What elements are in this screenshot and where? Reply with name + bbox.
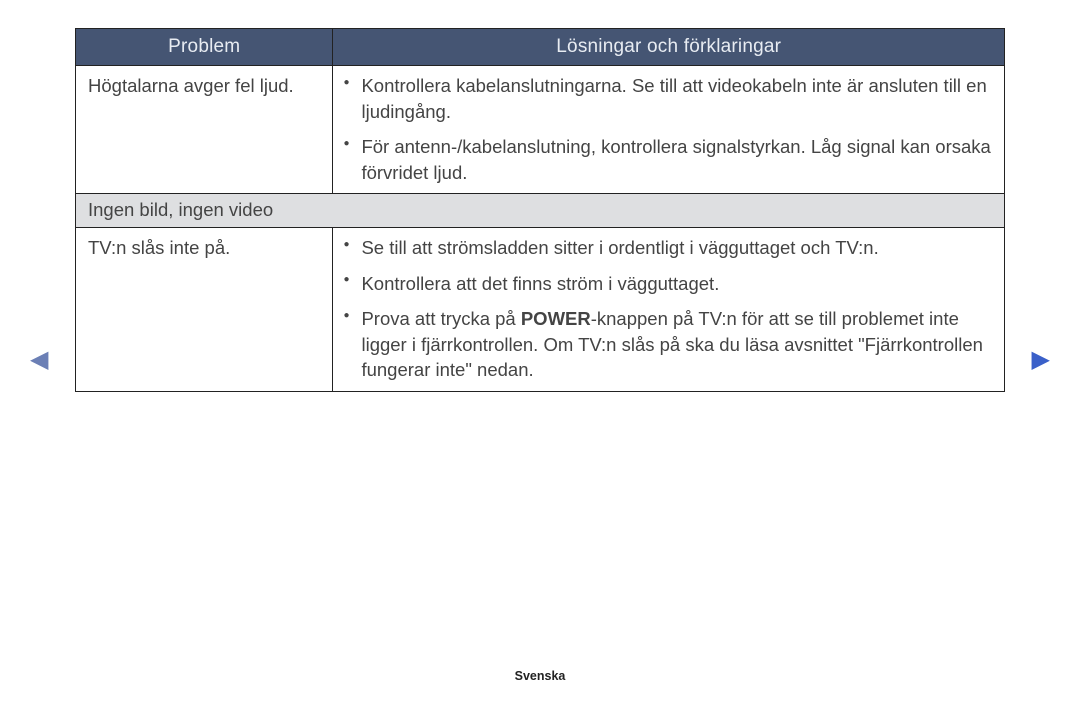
table-row: Högtalarna avger fel ljud. Kontrollera k…: [76, 65, 1004, 193]
prev-page-arrow[interactable]: ◀: [30, 345, 48, 374]
solution-item: Prova att trycka på POWER-knappen på TV:…: [343, 306, 992, 383]
section-row: Ingen bild, ingen video: [76, 193, 1004, 227]
solution-list: Se till att strömsladden sitter i ordent…: [343, 235, 992, 383]
problem-cell: Högtalarna avger fel ljud.: [76, 66, 333, 193]
troubleshoot-table: Problem Lösningar och förklaringar Högta…: [75, 28, 1005, 392]
section-label: Ingen bild, ingen video: [76, 194, 1004, 227]
table-row: TV:n slås inte på. Se till att strömslad…: [76, 227, 1004, 391]
footer-language: Svenska: [0, 669, 1080, 683]
solution-list: Kontrollera kabelanslutningarna. Se till…: [343, 73, 992, 185]
solution-item: För antenn-/kabelanslutning, kontrollera…: [343, 134, 992, 185]
header-solution: Lösningar och förklaringar: [333, 29, 1004, 65]
page: Problem Lösningar och förklaringar Högta…: [0, 0, 1080, 705]
table-header-row: Problem Lösningar och förklaringar: [76, 29, 1004, 65]
solution-item: Kontrollera att det finns ström i väggut…: [343, 271, 992, 297]
problem-cell: TV:n slås inte på.: [76, 228, 333, 391]
solution-cell: Kontrollera kabelanslutningarna. Se till…: [333, 66, 1004, 193]
solution-item: Se till att strömsladden sitter i ordent…: [343, 235, 992, 261]
next-page-arrow[interactable]: ▶: [1032, 345, 1050, 374]
header-problem: Problem: [76, 29, 333, 65]
solution-cell: Se till att strömsladden sitter i ordent…: [333, 228, 1004, 391]
solution-item: Kontrollera kabelanslutningarna. Se till…: [343, 73, 992, 124]
solution-text-pre: Prova att trycka på: [361, 308, 520, 329]
power-label: POWER: [521, 308, 591, 329]
